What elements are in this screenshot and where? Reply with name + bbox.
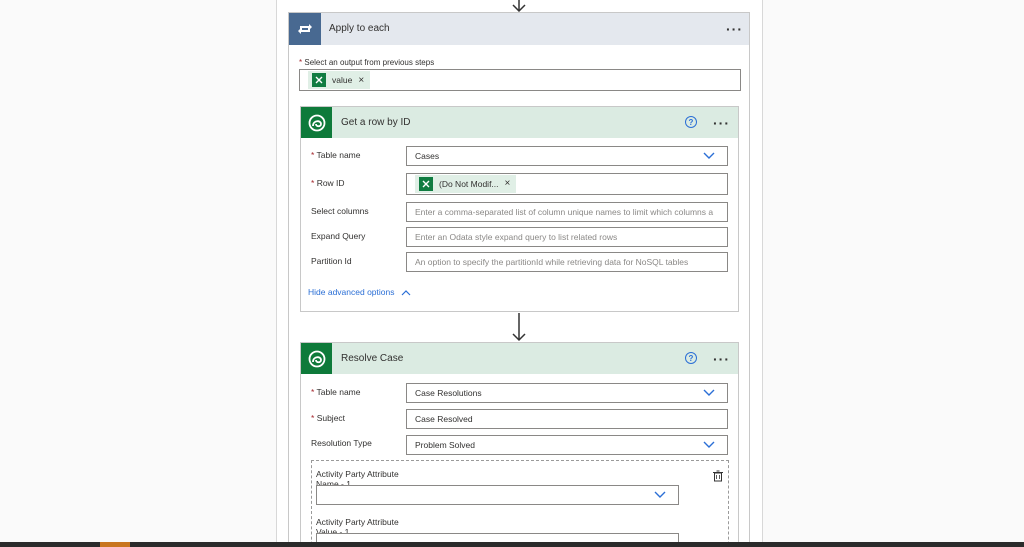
value-token-remove-button[interactable]: × (358, 75, 364, 86)
connector-arrow-top (512, 0, 526, 12)
connector-arrow-middle (512, 313, 526, 342)
help-icon[interactable]: ? (685, 116, 697, 128)
activity-party-value-label: Activity Party Attribute Value - 1 (316, 517, 399, 533)
get-row-by-id-card[interactable]: Get a row by ID ? ··· * Table name Cases… (300, 106, 739, 312)
excel-icon (419, 177, 433, 191)
required-marker: * (299, 58, 303, 67)
chevron-down-icon (703, 441, 715, 448)
taskbar-accent (100, 542, 130, 547)
table-name-dropdown[interactable]: Cases (406, 146, 728, 166)
help-icon[interactable]: ? (685, 352, 697, 364)
expand-query-input[interactable]: Enter an Odata style expand query to lis… (406, 227, 728, 247)
activity-party-name-label: Activity Party Attribute Name - 1 (316, 469, 399, 485)
subject-label: * Subject (311, 413, 346, 423)
row-id-token[interactable]: (Do Not Modif... × (415, 175, 517, 193)
loop-icon (289, 13, 321, 45)
delete-item-icon[interactable] (712, 470, 724, 482)
arrow-down-icon (512, 0, 526, 12)
value-token-label: value (332, 75, 353, 85)
table-name-dropdown[interactable]: Case Resolutions (406, 383, 728, 403)
row-id-token-remove-button[interactable]: × (505, 175, 511, 193)
apply-to-each-menu-button[interactable]: ··· (726, 22, 743, 36)
bottom-taskbar (0, 542, 1024, 547)
activity-party-group: Activity Party Attribute Name - 1 Activi… (311, 460, 729, 547)
chevron-down-icon (703, 389, 715, 396)
chevron-down-icon (654, 491, 666, 498)
table-name-label: * Table name (311, 150, 361, 160)
select-output-input[interactable]: value × (299, 69, 741, 91)
expand-query-label: Expand Query (311, 231, 366, 241)
hide-advanced-options-link[interactable]: Hide advanced options (308, 287, 411, 297)
get-row-by-id-header[interactable]: Get a row by ID ? ··· (301, 107, 738, 138)
resolve-case-title: Resolve Case (341, 353, 404, 364)
resolution-type-dropdown[interactable]: Problem Solved (406, 435, 728, 455)
dataverse-icon (301, 107, 332, 138)
resolution-type-label: Resolution Type (311, 438, 372, 448)
arrow-down-icon (512, 313, 526, 342)
partition-id-label: Partition Id (311, 256, 352, 266)
resolve-case-card[interactable]: Resolve Case ? ··· * Table name Case Res… (300, 342, 739, 547)
value-token[interactable]: value × (308, 71, 371, 89)
resolve-case-header[interactable]: Resolve Case ? ··· (301, 343, 738, 374)
select-columns-label: Select columns (311, 206, 369, 216)
subject-input[interactable]: Case Resolved (406, 409, 728, 429)
select-columns-input[interactable]: Enter a comma-separated list of column u… (406, 202, 728, 222)
row-id-token-label: (Do Not Modif... (439, 179, 499, 189)
excel-icon (312, 73, 326, 87)
activity-party-name-dropdown[interactable] (316, 485, 679, 505)
apply-to-each-header[interactable]: Apply to each ··· (289, 13, 749, 45)
table-name-label: * Table name (311, 387, 361, 397)
apply-to-each-title: Apply to each (329, 23, 390, 34)
chevron-down-icon (703, 152, 715, 159)
row-id-input[interactable]: (Do Not Modif... × (406, 173, 728, 195)
get-row-by-id-title: Get a row by ID (341, 117, 411, 128)
dataverse-icon (301, 343, 332, 374)
resolve-case-menu-button[interactable]: ··· (713, 352, 730, 366)
select-output-label-text: Select an output from previous steps (304, 58, 435, 67)
row-id-label: * Row ID (311, 178, 345, 188)
partition-id-input[interactable]: An option to specify the partitionId whi… (406, 252, 728, 272)
chevron-up-icon (401, 289, 411, 296)
get-row-menu-button[interactable]: ··· (713, 116, 730, 130)
select-output-label: * Select an output from previous steps (299, 58, 434, 67)
